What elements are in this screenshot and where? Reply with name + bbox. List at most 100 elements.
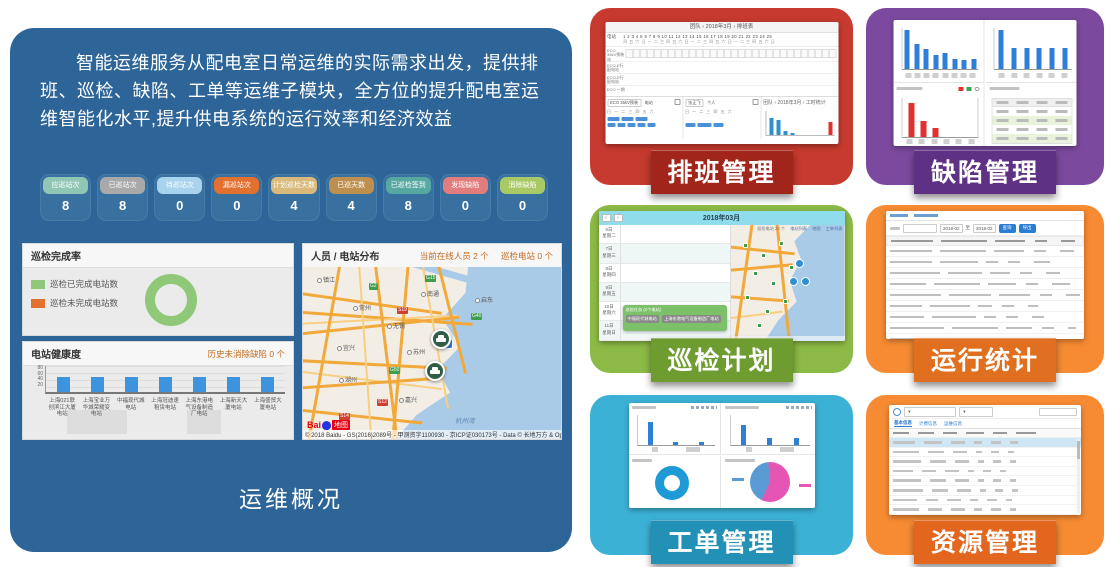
highway-shield: G2 [369, 283, 378, 290]
city-label: 南通 [421, 289, 439, 298]
stats-tabs[interactable] [886, 211, 1084, 221]
calendar-icon[interactable] [752, 99, 758, 105]
workorder-donut-chart [629, 456, 721, 508]
legend-label: 巡检未完成电站数 [50, 297, 118, 309]
legend-swatch-done [31, 280, 45, 289]
stat-label: 待巡站次 [157, 177, 202, 194]
module-card-workorders[interactable]: 工单管理 [590, 395, 853, 555]
patrol-car-marker[interactable] [425, 361, 445, 381]
stat-card-missed: 漏巡站次 0 [211, 174, 262, 221]
tab-basic-info: 基本信息 [894, 420, 912, 427]
person-select[interactable]: 张正飞 [685, 99, 704, 107]
city-label: 湖州 [339, 375, 357, 384]
station-marker[interactable] [795, 259, 804, 268]
stat-value: 8 [97, 198, 148, 213]
stat-card-signin: 已巡检签到 8 [383, 174, 434, 221]
intro-paragraph: 智能运维服务从配电室日常运维的实际需求出发，提供排班、巡检、缺陷、工单等运维子模… [40, 50, 548, 134]
workorder-bar-chart-1 [629, 403, 721, 455]
baidu-paw-icon [322, 421, 331, 430]
map-toolbar[interactable]: 巡检电站 20 个 电站列表 地图 工单列表 [753, 226, 842, 232]
patrol-car-marker[interactable] [431, 329, 451, 349]
defect-bar-chart-2 [986, 20, 1077, 83]
export-button[interactable]: 导出 [1019, 224, 1036, 233]
module-card-scheduling[interactable]: 团队 ‹ 2018年3月 › 排班表 电站 1 2 3 4 5 6 7 8 9 … [590, 8, 853, 185]
map-copyright: © 2018 Baidu - GS(2016)2089号 - 甲测资字11009… [303, 430, 561, 439]
city-label: 宜兴 [337, 343, 355, 352]
stat-card-done: 已巡站次 8 [97, 174, 148, 221]
table-row[interactable] [889, 496, 1081, 506]
baidu-map[interactable]: G2 G15 S19 G40 G50 S12 S14 镇江 南通 常州 无锡 苏… [303, 267, 561, 439]
table-row [886, 301, 1084, 312]
day-numbers: 1 2 3 4 5 6 7 8 9 10 11 12 13 14 15 16 1… [623, 34, 836, 45]
table-row[interactable] [889, 467, 1081, 477]
scheduling-screenshot: 团队 ‹ 2018年3月 › 排班表 电站 1 2 3 4 5 6 7 8 9 … [605, 22, 838, 144]
station-column-header: 电站 [607, 34, 623, 45]
table-row[interactable] [889, 448, 1081, 458]
stat-card-defect-found: 发现缺陷 0 [440, 174, 491, 221]
city-label: 苏州 [407, 347, 425, 356]
date-from-input[interactable]: 2018-02 [940, 224, 963, 233]
stat-label: 消除缺陷 [500, 177, 545, 194]
scrollbar[interactable] [1077, 439, 1080, 513]
table-row[interactable] [889, 476, 1081, 486]
city-label: 嘉兴 [399, 395, 417, 404]
station-task-button[interactable]: 中福现代城电站 [626, 315, 659, 323]
inspection-plan-screenshot: ‹ › 2018年03月 6日星期二 7日星期三 8日星期四 9日星期五 10日… [599, 211, 845, 341]
table-row-selected[interactable] [889, 438, 1081, 448]
workorders-screenshot [629, 403, 815, 508]
resource-tabs[interactable]: 基本信息 计费信息 运维信息 [889, 419, 1081, 429]
stat-value: 0 [440, 198, 491, 213]
stat-card-plan-days: 计划巡检天数 4 [268, 174, 319, 221]
station-health-chart: 80 60 40 20 [29, 366, 287, 437]
legend-swatch-undone [31, 299, 45, 308]
stat-value: 0 [154, 198, 205, 213]
station-marker[interactable] [789, 277, 798, 286]
calendar-icon[interactable] [674, 99, 680, 105]
person-mini-calendar: 张正飞 个人 日 一 二 三 四 五 六 [683, 97, 761, 139]
module-label-workorders: 工单管理 [651, 520, 793, 564]
plan-map[interactable]: 巡检电站 20 个 电站列表 地图 工单列表 [731, 225, 845, 341]
station-marker[interactable] [801, 277, 810, 286]
stat-value: 0 [497, 198, 548, 213]
table-row[interactable] [889, 505, 1081, 515]
stat-value: 4 [326, 198, 377, 213]
station-health-panel: 电站健康度 历史未消除缺陷 0 个 80 60 40 20 [22, 341, 294, 440]
calendar-month: 2018年03月 [599, 213, 845, 223]
defect-trend-chart [894, 84, 985, 146]
completion-rate-title: 巡检完成率 [31, 248, 81, 263]
table-row [886, 246, 1084, 257]
station-select[interactable]: ▾ [904, 407, 956, 417]
highway-shield: G50 [389, 367, 400, 374]
station-task-button[interactable]: 上海东港电气设备制造厂电站 [662, 315, 720, 323]
patrol-station-count: 巡检电站 0 个 [501, 251, 553, 261]
schedule-row: ECO-E行配电站 [605, 62, 838, 74]
module-label-inspection-plan: 巡检计划 [651, 338, 793, 382]
y-axis-ticks: 80 60 40 20 [29, 366, 43, 388]
work-hours-chart: 团队 ‹ 2018年3月 › 工时统计 [761, 97, 838, 139]
tab-billing-info: 计费信息 [919, 421, 937, 427]
stat-value: 8 [40, 198, 91, 213]
highway-shield: G15 [425, 275, 436, 282]
table-row [886, 323, 1084, 334]
search-input[interactable] [1039, 408, 1077, 416]
workorder-bar-chart-2 [722, 403, 815, 455]
module-card-inspection-plan[interactable]: ‹ › 2018年03月 6日星期二 7日星期三 8日星期四 9日星期五 10日… [590, 205, 853, 373]
completion-donut-chart [145, 274, 197, 326]
filter-select[interactable] [903, 224, 937, 233]
stat-label: 已巡站次 [100, 177, 145, 194]
resources-screenshot: ▾ ▾ 基本信息 计费信息 运维信息 [889, 405, 1081, 515]
table-row[interactable] [889, 486, 1081, 496]
date-to-input[interactable]: 2018-02 [973, 224, 996, 233]
module-card-resources[interactable]: ▾ ▾ 基本信息 计费信息 运维信息 资源管理 [866, 395, 1104, 555]
info-icon [893, 408, 901, 416]
module-card-statistics[interactable]: 2018-02 至 2018-02 查询 导出 运行统计 [866, 205, 1104, 373]
defect-bar-chart-1 [894, 20, 985, 83]
table-row[interactable] [889, 457, 1081, 467]
module-card-defects[interactable]: 缺陷管理 [866, 8, 1104, 185]
stat-value: 4 [268, 198, 319, 213]
resource-table-header [889, 429, 1081, 438]
station-select[interactable]: ECO 35kV预装 [607, 99, 641, 107]
type-select[interactable]: ▾ [959, 407, 993, 417]
bar [227, 377, 240, 392]
query-button[interactable]: 查询 [999, 224, 1016, 233]
